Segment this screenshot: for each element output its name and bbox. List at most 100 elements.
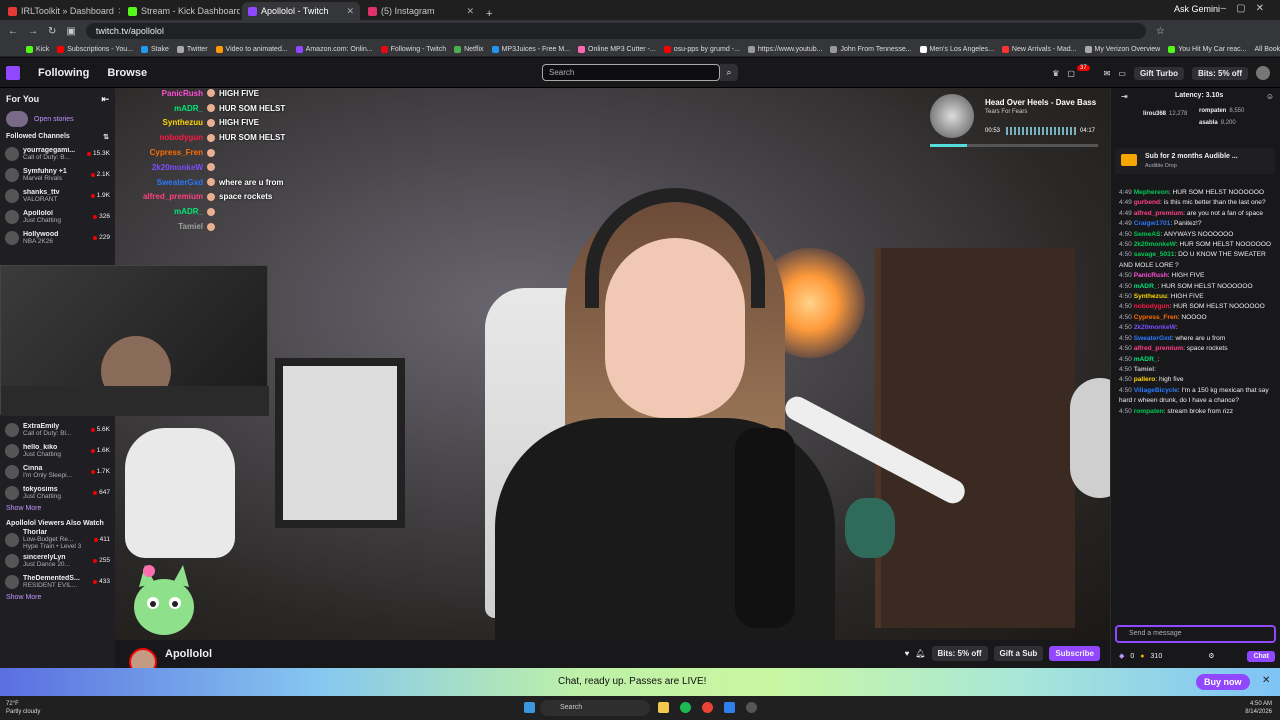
chat-username[interactable]: SemeAS [1134, 231, 1161, 238]
twitch-logo-icon[interactable] [6, 65, 20, 80]
channel-item[interactable]: yourragegami... Call of Duty: B... 15.3K [0, 143, 115, 164]
tab-close-icon[interactable]: ✕ [346, 6, 354, 17]
subscribe-button[interactable]: Subscribe [1049, 646, 1100, 661]
sidebar-toggle-icon[interactable]: ▣ [66, 26, 75, 37]
crown-icon[interactable]: ♛ [1052, 69, 1059, 78]
bookmark-item[interactable]: John From Tennesse... [830, 45, 912, 53]
bookmark-item[interactable]: Stake [141, 45, 169, 53]
bookmark-item[interactable]: My Verizon Overview [1084, 45, 1160, 53]
show-more-link-2[interactable]: Show More [0, 592, 115, 603]
channel-item[interactable]: hello_kiko Just Chatting 1.6K [0, 440, 115, 461]
chat-bubble-icon[interactable]: ▭ [1118, 69, 1126, 78]
stories-row[interactable]: Open stories [0, 111, 115, 131]
chat-username[interactable]: mADR_ [1134, 283, 1158, 290]
show-more-link[interactable]: Show More [0, 503, 115, 514]
open-stories-link[interactable]: Open stories [34, 116, 74, 123]
chat-username[interactable]: SweaterGxd [1134, 335, 1172, 342]
obs-icon[interactable] [746, 702, 757, 713]
user-avatar[interactable] [1256, 66, 1270, 80]
streamer-name[interactable]: Apollolol [165, 648, 212, 660]
app-icon[interactable] [724, 702, 735, 713]
file-explorer-icon[interactable] [658, 702, 669, 713]
new-tab-icon[interactable]: + [486, 8, 492, 20]
all-bookmarks[interactable]: All Bookmarks [1254, 46, 1280, 53]
chat-username[interactable]: alfred_premium [1134, 210, 1183, 217]
channel-item[interactable]: ExtraEmily Call of Duty: Bl... 5.6K [0, 419, 115, 440]
start-icon[interactable] [524, 702, 535, 713]
browser-tab[interactable]: IRLToolkit » Dashboard ✕ [2, 2, 120, 20]
tab-close-icon[interactable]: ✕ [118, 6, 120, 17]
chrome-icon[interactable] [702, 702, 713, 713]
chat-username[interactable]: VillageBicycle [1134, 387, 1178, 394]
nav-browse[interactable]: Browse [107, 67, 147, 79]
ad-banner[interactable]: Chat, ready up. Passes are LIVE! Buy now… [0, 668, 1280, 696]
search-input[interactable]: Search [542, 64, 720, 81]
chat-username[interactable]: rompaten [1134, 408, 1164, 415]
chat-username[interactable]: 2k20monkeW [1134, 324, 1176, 331]
back-icon[interactable]: ← [8, 26, 18, 37]
chat-username[interactable]: PanicRush [1134, 272, 1168, 279]
chat-input[interactable]: Send a message [1115, 625, 1276, 643]
sort-icon[interactable]: ⇅ [103, 133, 109, 141]
reload-icon[interactable]: ↻ [48, 26, 56, 37]
channel-item[interactable]: tokyosims Just Chatting 647 [0, 482, 115, 503]
notifications-icon[interactable]: ▢ [1067, 69, 1075, 78]
ask-gemini-button[interactable]: Ask Gemini [1174, 4, 1220, 14]
search-icon[interactable]: ⌕ [720, 64, 738, 81]
sub-promo-banner[interactable]: Sub for 2 months Audible ... Audible Dro… [1115, 148, 1275, 174]
users-icon[interactable]: ☺ [1266, 92, 1274, 101]
channel-item[interactable]: Symfuhny +1 Marvel Rivals 2.1K [0, 164, 115, 185]
collapse-sidebar-icon[interactable]: ⇤ [101, 94, 109, 105]
chat-username[interactable]: savage_5031 [1134, 251, 1175, 258]
browser-tab[interactable]: Stream - Kick Dashboard✕ [122, 2, 240, 20]
browser-tab[interactable]: Apollolol - Twitch ✕ [242, 2, 360, 20]
bookmark-item[interactable]: Video to animated... [215, 45, 288, 53]
bookmark-item[interactable]: New Arrivals - Mad... [1001, 45, 1077, 53]
channel-points-icon[interactable]: ● [1140, 653, 1144, 660]
chat-send-button[interactable]: Chat [1247, 650, 1275, 662]
chat-username[interactable]: Cypress_Fren [1134, 314, 1178, 321]
window-controls[interactable]: –▢✕ [1221, 3, 1274, 14]
ad-close-icon[interactable]: ✕ [1262, 675, 1270, 686]
forward-icon[interactable]: → [28, 26, 38, 37]
gift-sub-button[interactable]: Gift a Sub [993, 646, 1044, 661]
chat-username[interactable]: Mephereon [1134, 189, 1169, 196]
url-field[interactable]: twitch.tv/apollolol [85, 23, 1146, 39]
follow-heart-icon[interactable]: ♥ [905, 649, 910, 658]
weather-widget[interactable]: 72°F Partly cloudy [6, 700, 40, 716]
chat-username[interactable]: Tamiel [1134, 366, 1154, 373]
bookmark-item[interactable]: Online MP3 Cutter -... [578, 45, 656, 53]
bookmark-item[interactable]: Men's Los Angeles... [919, 45, 994, 53]
chat-username[interactable]: nobodygun [1134, 303, 1170, 310]
channel-item[interactable]: Hollywood NBA 2K26 229 [0, 227, 115, 248]
chat-username[interactable]: 2k20monkeW [1134, 241, 1176, 248]
chat-username[interactable]: Synthezuu [1134, 293, 1167, 300]
notification-bell-icon[interactable]: 🔔︎ [915, 649, 925, 658]
story-avatar[interactable] [6, 111, 28, 127]
bookmark-item[interactable]: Amazon.com: Onlin... [295, 45, 373, 53]
tab-close-icon[interactable]: ✕ [466, 6, 474, 17]
bits-icon[interactable]: ◆ [1119, 652, 1124, 660]
channel-item[interactable]: sincerelyLyn Just Dance 20... 255 [0, 550, 115, 571]
chat-username[interactable]: gurbend [1134, 199, 1160, 206]
bits-discount-button[interactable]: Bits: 5% off [931, 646, 988, 661]
bookmark-item[interactable]: osu-pps by grumd -... [663, 45, 740, 53]
bookmark-item[interactable]: You Hit My Car reac... [1168, 45, 1246, 53]
inbox-icon[interactable]: ✉ [1104, 69, 1111, 78]
leader-entry[interactable]: rompaten 8,550 [1199, 108, 1244, 114]
chat-username[interactable]: Craigw1701 [1134, 220, 1171, 227]
channel-item[interactable]: shanks_ttv VALORANT 1.9K [0, 185, 115, 206]
channel-item[interactable]: TheDementedS... RESIDENT EVIL... 433 [0, 571, 115, 592]
nav-following[interactable]: Following [38, 67, 89, 79]
chat-username[interactable]: mADR_ [1134, 356, 1158, 363]
ad-buy-now-button[interactable]: Buy now [1196, 674, 1250, 690]
gift-turbo-button[interactable]: Gift Turbo [1133, 66, 1184, 80]
bookmark-item[interactable]: Netflix [454, 45, 484, 53]
taskbar-search[interactable]: Search [540, 700, 650, 716]
leader-entry[interactable]: asabla 8,200 [1199, 120, 1236, 126]
channel-item[interactable]: Cinna I'm Only Sleepi... 1.7K [0, 461, 115, 482]
bits-button[interactable]: Bits: 5% off [1192, 66, 1248, 80]
webcam-popout[interactable] [0, 265, 269, 416]
leader-entry[interactable]: lirou368 12,278 [1143, 111, 1187, 117]
bookmark-item[interactable]: Kick [26, 45, 49, 53]
